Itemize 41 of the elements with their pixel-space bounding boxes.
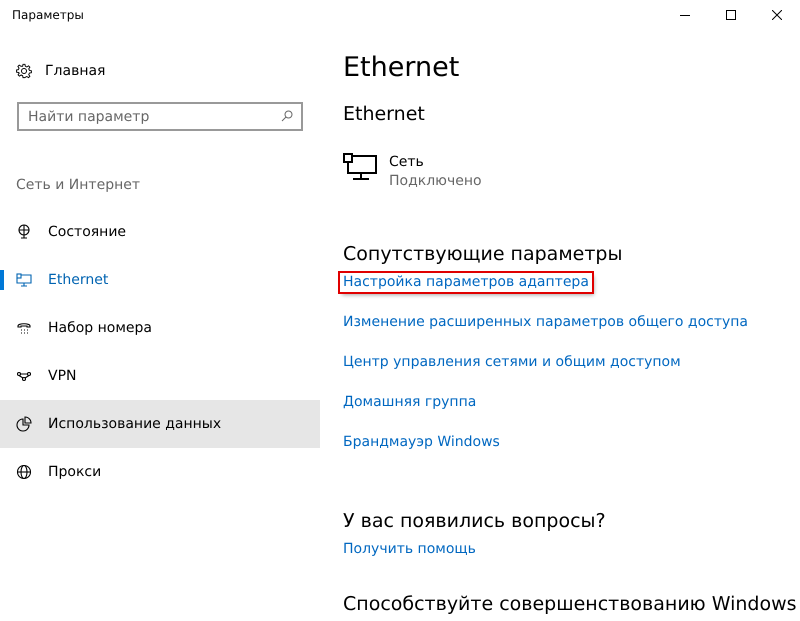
phone-icon	[16, 320, 32, 336]
help-link[interactable]: Получить помощь	[340, 540, 479, 559]
settings-link[interactable]: Настройка параметров адаптера	[340, 273, 592, 292]
pie-chart-icon	[16, 416, 32, 432]
related-heading: Сопутствующие параметры	[343, 243, 624, 265]
sidebar-item-label: VPN	[48, 368, 76, 384]
close-icon	[772, 10, 782, 20]
minimize-icon	[680, 14, 690, 16]
section-title: Ethernet	[343, 103, 426, 125]
settings-link[interactable]: Центр управления сетями и общим доступом	[340, 353, 684, 372]
network-monitor-icon	[343, 153, 379, 181]
gear-icon	[16, 63, 32, 79]
section-heading: Сеть и Интернет	[16, 177, 141, 193]
network-status: Подключено	[389, 172, 482, 191]
sidebar-item-label: Прокси	[48, 464, 102, 480]
sidebar-item[interactable]: Использование данных	[0, 400, 320, 448]
sidebar-item-label: Набор номера	[48, 320, 152, 336]
search-icon	[281, 110, 293, 122]
monitor-icon	[16, 272, 32, 288]
network-name: Сеть	[389, 153, 425, 172]
window-title: Параметры	[11, 8, 85, 22]
sidebar-item[interactable]: Состояние	[0, 208, 320, 256]
settings-link[interactable]: Домашняя группа	[340, 393, 480, 412]
home-link[interactable]: Главная	[45, 63, 106, 79]
globe-icon	[16, 464, 32, 480]
globe-monitor-icon	[16, 224, 32, 240]
sidebar-item-label: Использование данных	[48, 416, 222, 432]
sidebar-item[interactable]: Ethernet	[0, 256, 320, 304]
sidebar-item-label: Ethernet	[48, 272, 108, 288]
page-title: Ethernet	[343, 52, 460, 83]
sidebar-item[interactable]: Набор номера	[0, 304, 320, 352]
sidebar-item[interactable]: Прокси	[0, 448, 320, 496]
selection-indicator	[0, 270, 4, 290]
settings-link[interactable]: Изменение расширенных параметров общего доступа	[340, 313, 752, 332]
sidebar-item-label: Состояние	[48, 224, 126, 240]
questions-heading: У вас появились вопросы?	[343, 510, 607, 532]
improve-heading: Способствуйте совершенствованию Windows	[343, 593, 798, 615]
maximize-icon	[726, 10, 736, 20]
settings-link[interactable]: Брандмауэр Windows	[340, 433, 503, 452]
sidebar-item[interactable]: VPN	[0, 352, 320, 400]
search-field[interactable]: Найти параметр	[17, 102, 303, 131]
